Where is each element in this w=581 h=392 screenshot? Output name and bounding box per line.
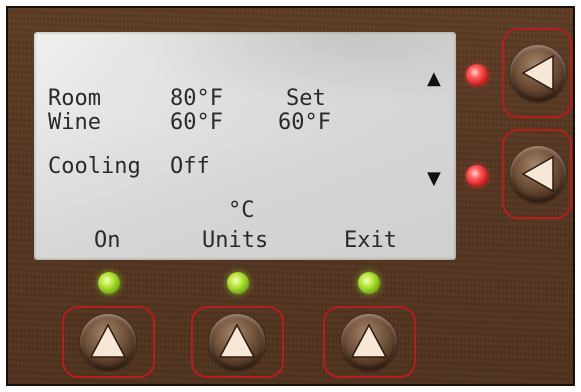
set-temperature: 60°F — [278, 110, 331, 135]
wine-temperature: 60°F — [170, 110, 223, 135]
on-button[interactable] — [80, 314, 136, 370]
wine-label: Wine — [48, 110, 101, 135]
cooling-status: Off — [170, 154, 210, 179]
softkey-on-label: On — [94, 228, 121, 253]
scroll-down-button[interactable] — [510, 146, 566, 202]
softkey-exit-label: Exit — [344, 228, 397, 253]
bottom-indicator-led — [466, 165, 488, 187]
units-button[interactable] — [209, 314, 265, 370]
top-indicator-led — [466, 64, 488, 86]
up-triangle-icon — [218, 323, 256, 358]
left-triangle-icon — [521, 155, 554, 193]
room-label: Room — [48, 86, 101, 111]
up-triangle-icon — [89, 323, 127, 358]
on-indicator-led — [98, 272, 120, 294]
lcd-glare — [34, 32, 456, 260]
scroll-down-icon: ▼ — [427, 168, 441, 189]
scroll-up-button[interactable] — [510, 45, 566, 101]
units-indicator-led — [227, 272, 249, 294]
scroll-up-icon: ▲ — [427, 68, 441, 89]
left-triangle-icon — [521, 54, 554, 92]
exit-button[interactable] — [341, 314, 397, 370]
lcd-display: Room 80°F Set Wine 60°F 60°F Cooling Off… — [34, 32, 456, 260]
softkey-units-label: Units — [202, 228, 269, 253]
control-panel: Room 80°F Set Wine 60°F 60°F Cooling Off… — [6, 6, 575, 386]
cooling-label: Cooling — [48, 154, 141, 179]
exit-indicator-led — [358, 272, 380, 294]
up-triangle-icon — [350, 323, 388, 358]
units-hint: °C — [228, 198, 255, 223]
room-temperature: 80°F — [170, 86, 223, 111]
set-label: Set — [286, 86, 326, 111]
